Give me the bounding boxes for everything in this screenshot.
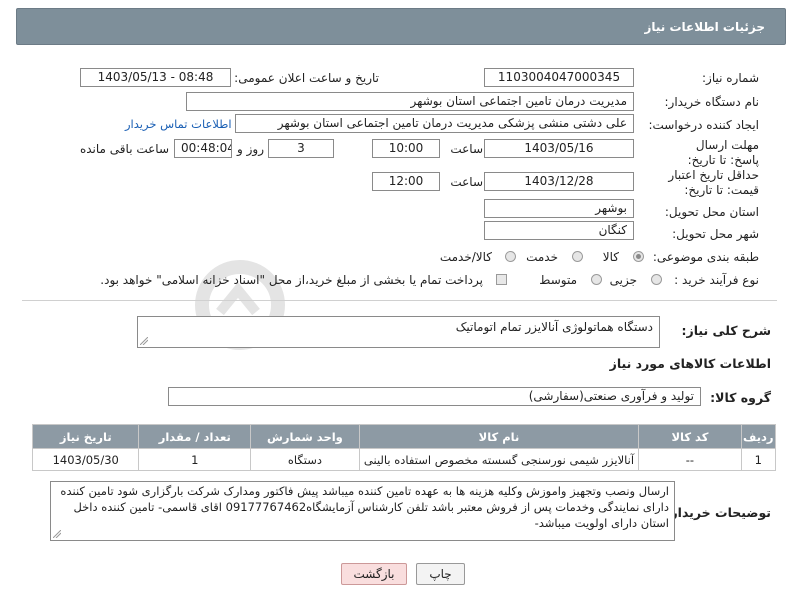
summary-text: دستگاه هماتولوژی آنالایزر تمام اتوماتیک [455, 320, 653, 334]
price-validity-label: حداقل تاریخ اعتبار قیمت: تا تاریخ: [668, 168, 759, 197]
category-radio-goods[interactable] [633, 251, 644, 262]
cell-need-date: 1403/05/30 [31, 448, 140, 471]
cell-code: -- [638, 448, 742, 471]
category-option-goods-service: کالا/خدمت [439, 250, 492, 264]
col-quantity: تعداد / مقدار [138, 424, 252, 449]
table-header-row: ردیف کد کالا نام کالا واحد شمارش تعداد /… [31, 424, 777, 449]
creator-label: ایجاد کننده درخواست: [648, 118, 759, 132]
reply-date-field[interactable]: 1403/05/16 [484, 139, 634, 158]
cell-quantity: 1 [138, 448, 252, 471]
cell-row: 1 [740, 448, 777, 471]
goods-group-label: گروه کالا: [710, 390, 771, 405]
process-option-minor: جزیی [609, 273, 637, 287]
days-label: روز و [237, 142, 264, 156]
category-radio-goods-service[interactable] [505, 251, 516, 262]
city-field[interactable]: کنگان [484, 221, 634, 240]
summary-label: شرح کلی نیاز: [681, 323, 771, 338]
resize-grip-icon[interactable] [140, 337, 148, 345]
announce-label: تاریخ و ساعت اعلان عمومی: [234, 71, 379, 85]
validity-time-field[interactable]: 12:00 [372, 172, 440, 191]
province-field[interactable]: بوشهر [484, 199, 634, 218]
need-number-label: شماره نیاز: [702, 71, 759, 85]
remaining-time-field[interactable]: 00:48:04 [174, 139, 232, 158]
col-name: نام کالا [358, 424, 640, 449]
goods-info-title: اطلاعات کالاهای مورد نیاز [609, 356, 771, 371]
buyer-notes-text: ارسال ونصب وتجهیز واموزش وکلیه هزینه ها … [60, 484, 669, 530]
announce-field[interactable]: 1403/05/13 - 08:48 [80, 68, 231, 87]
reply-time-field[interactable]: 10:00 [372, 139, 440, 158]
buyer-contact-link[interactable]: اطلاعات تماس خریدار [125, 117, 232, 131]
divider [22, 300, 777, 301]
remaining-label: ساعت باقی مانده [79, 142, 169, 156]
reply-time-label: ساعت [450, 142, 483, 156]
page-title: جزئیات اطلاعات نیاز [644, 20, 765, 34]
process-radio-medium[interactable] [591, 274, 602, 285]
province-label: استان محل تحویل: [664, 205, 759, 219]
goods-table: ردیف کد کالا نام کالا واحد شمارش تعداد /… [31, 424, 777, 471]
days-field[interactable]: 3 [268, 139, 334, 158]
col-code: کد کالا [638, 424, 742, 449]
process-option-medium: متوسط [539, 273, 577, 287]
col-unit: واحد شمارش [250, 424, 360, 449]
category-label: طبقه بندی موضوعی: [652, 250, 759, 264]
goods-group-field[interactable]: تولید و فرآوری صنعتی(سفارشی) [168, 387, 701, 406]
col-need-date: تاریخ نیاز [31, 424, 140, 449]
cell-name: آنالایزر شیمی نورسنجی گسسته مخصوص استفاد… [358, 448, 640, 471]
cell-unit: دستگاه [250, 448, 360, 471]
buyer-org-label: نام دستگاه خریدار: [664, 95, 760, 109]
process-radio-minor[interactable] [651, 274, 662, 285]
validity-date-field[interactable]: 1403/12/28 [484, 172, 634, 191]
resize-grip-icon[interactable] [53, 530, 61, 538]
buyer-org-field[interactable]: مدیریت درمان تامین اجتماعی استان بوشهر [186, 92, 634, 111]
creator-field[interactable]: علی دشتی منشی پزشکی مدیریت درمان تامین ا… [235, 114, 634, 133]
city-label: شهر محل تحویل: [672, 227, 759, 241]
page-header: جزئیات اطلاعات نیاز [16, 8, 786, 45]
process-label: نوع فرآیند خرید : [674, 273, 759, 287]
treasury-payment-checkbox[interactable] [496, 274, 507, 285]
reply-deadline-label: مهلت ارسال پاسخ: تا تاریخ: [687, 138, 759, 167]
category-option-goods: کالا [602, 250, 619, 264]
col-row: ردیف [740, 424, 777, 449]
category-option-service: خدمت [526, 250, 558, 264]
buyer-notes-label: توضیحات خریدار: [665, 505, 771, 520]
table-row[interactable]: 1 -- آنالایزر شیمی نورسنجی گسسته مخصوص ا… [31, 448, 777, 471]
treasury-payment-note: پرداخت تمام یا بخشی از مبلغ خرید،از محل … [100, 273, 483, 287]
back-button[interactable]: بازگشت [341, 563, 407, 585]
summary-field[interactable]: دستگاه هماتولوژی آنالایزر تمام اتوماتیک [137, 316, 660, 348]
need-number-field[interactable]: 1103004047000345 [484, 68, 634, 87]
category-radio-service[interactable] [572, 251, 583, 262]
buyer-notes-field[interactable]: ارسال ونصب وتجهیز واموزش وکلیه هزینه ها … [50, 481, 675, 541]
validity-time-label: ساعت [450, 175, 483, 189]
print-button[interactable]: چاپ [416, 563, 465, 585]
